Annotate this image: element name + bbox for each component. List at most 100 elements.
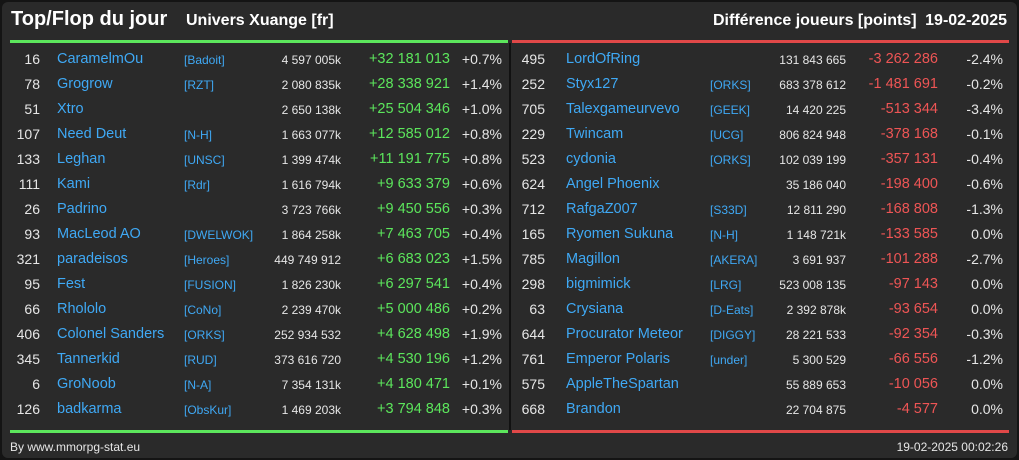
player-name-link[interactable]: Twincam xyxy=(566,126,623,142)
percent-change: +0.3% xyxy=(461,201,502,217)
player-name-link[interactable]: Styx127 xyxy=(566,76,618,92)
player-name-link[interactable]: Fest xyxy=(57,276,85,292)
player-name-link[interactable]: Leghan xyxy=(57,151,105,167)
player-name-link[interactable]: Procurator Meteor xyxy=(566,326,683,342)
player-points: 4 597 005k xyxy=(281,53,341,67)
player-name-link[interactable]: RafgaZ007 xyxy=(566,201,638,217)
footer-source: By www.mmorpg-stat.eu xyxy=(10,440,141,454)
player-name-link[interactable]: Need Deut xyxy=(57,126,126,142)
player-rank: 668 xyxy=(521,401,545,417)
points-difference: +9 450 556 xyxy=(377,201,450,217)
points-difference: -93 654 xyxy=(888,301,938,317)
top-row: 133 Leghan [UNSC] 1 399 474k +11 191 775 +0.8… xyxy=(2,147,509,172)
points-difference: +5 000 486 xyxy=(377,301,450,317)
player-guild: [ORKS] xyxy=(184,328,225,342)
player-name-link[interactable]: bigmimick xyxy=(566,276,630,292)
percent-change: 0.0% xyxy=(971,376,1003,392)
player-name-link[interactable]: Angel Phoenix xyxy=(566,176,660,192)
flop-row: 761 Emperor Polaris [under] 5 300 529 -66 55… xyxy=(511,347,1017,372)
percent-change: +0.6% xyxy=(461,176,502,192)
points-difference: -10 056 xyxy=(888,376,938,392)
top-row: 26 Padrino 3 723 766k +9 450 556 +0.3% xyxy=(2,197,509,222)
flop-row: 785 Magillon [AKERA] 3 691 937 -101 288 -2.7% xyxy=(511,247,1017,272)
footer: By www.mmorpg-stat.eu 19-02-2025 00:02:2… xyxy=(2,436,1017,456)
player-rank: 712 xyxy=(521,201,545,217)
footer-timestamp: 19-02-2025 00:02:26 xyxy=(896,440,1008,454)
player-name-link[interactable]: Padrino xyxy=(57,201,107,217)
player-name-link[interactable]: Talexgameurvevo xyxy=(566,101,680,117)
player-name-link[interactable]: Magillon xyxy=(566,251,620,267)
player-rank: 321 xyxy=(16,251,40,267)
player-name-link[interactable]: Kami xyxy=(57,176,90,192)
player-name-link[interactable]: CaramelmOu xyxy=(57,51,143,67)
player-name-link[interactable]: Colonel Sanders xyxy=(57,326,164,342)
player-rank: 785 xyxy=(521,251,545,267)
percent-change: -0.2% xyxy=(966,76,1003,92)
points-difference: +12 585 012 xyxy=(368,126,450,142)
points-difference: -357 131 xyxy=(880,151,938,167)
player-rank: 298 xyxy=(521,276,545,292)
player-name-link[interactable]: Xtro xyxy=(57,101,84,117)
player-guild: [Badoit] xyxy=(184,53,225,67)
points-difference: -97 143 xyxy=(888,276,938,292)
player-points: 3 723 766k xyxy=(281,203,341,217)
top-row: 95 Fest [FUSION] 1 826 230k +6 297 541 +0.4% xyxy=(2,272,509,297)
points-difference: -1 481 691 xyxy=(868,76,938,92)
player-name-link[interactable]: AppleTheSpartan xyxy=(566,376,679,392)
player-name-link[interactable]: Brandon xyxy=(566,401,621,417)
top-row: 126 badkarma [ObsKur] 1 469 203k +3 794 848 +… xyxy=(2,397,509,422)
difference-label: Différence joueurs [points] xyxy=(713,12,917,29)
percent-change: +0.7% xyxy=(461,51,502,67)
percent-change: +0.2% xyxy=(461,301,502,317)
percent-change: +0.8% xyxy=(461,126,502,142)
top-divider-line xyxy=(10,40,508,43)
top-row: 51 Xtro 2 650 138k +25 504 346 +1.0% xyxy=(2,97,509,122)
player-name-link[interactable]: Tannerkid xyxy=(57,351,120,367)
player-name-link[interactable]: cydonia xyxy=(566,151,616,167)
percent-change: -2.4% xyxy=(966,51,1003,67)
player-name-link[interactable]: paradeisos xyxy=(57,251,128,267)
player-name-link[interactable]: LordOfRing xyxy=(566,51,640,67)
top-row: 406 Colonel Sanders [ORKS] 252 934 532 +4 62… xyxy=(2,322,509,347)
player-rank: 66 xyxy=(24,301,40,317)
player-points: 1 616 794k xyxy=(281,178,341,192)
player-rank: 93 xyxy=(24,226,40,242)
player-name-link[interactable]: Rhololo xyxy=(57,301,106,317)
flop-row: 63 Crysiana [D-Eats] 2 392 878k -93 654 0.0% xyxy=(511,297,1017,322)
flop-row: 644 Procurator Meteor [DIGGY] 28 221 533 -92… xyxy=(511,322,1017,347)
player-name-link[interactable]: MacLeod AO xyxy=(57,226,141,242)
flop-row: 229 Twincam [UCG] 806 824 948 -378 168 -0.1% xyxy=(511,122,1017,147)
player-name-link[interactable]: Ryomen Sukuna xyxy=(566,226,673,242)
player-name-link[interactable]: Grogrow xyxy=(57,76,113,92)
flop-row: 668 Brandon 22 704 875 -4 577 0.0% xyxy=(511,397,1017,422)
percent-change: -0.3% xyxy=(966,326,1003,342)
points-difference: +11 191 775 xyxy=(370,151,450,167)
points-difference: +4 628 498 xyxy=(377,326,450,342)
percent-change: +0.3% xyxy=(461,401,502,417)
flop-row: 705 Talexgameurvevo [GEEK] 14 420 225 -513 3… xyxy=(511,97,1017,122)
player-points: 2 239 470k xyxy=(281,303,341,317)
player-points: 252 934 532 xyxy=(274,328,341,342)
player-rank: 761 xyxy=(521,351,545,367)
player-points: 373 616 720 xyxy=(274,353,341,367)
header: Top/Flop du jour Univers Xuange [fr] Dif… xyxy=(2,2,1017,40)
player-points: 1 826 230k xyxy=(281,278,341,292)
points-difference: -66 556 xyxy=(888,351,938,367)
player-rank: 406 xyxy=(16,326,40,342)
player-name-link[interactable]: badkarma xyxy=(57,401,121,417)
flop-row: 495 LordOfRing 131 843 665 -3 262 286 -2.4% xyxy=(511,47,1017,72)
player-name-link[interactable]: GroNoob xyxy=(57,376,116,392)
percent-change: -0.1% xyxy=(966,126,1003,142)
points-difference: -168 808 xyxy=(880,201,938,217)
percent-change: +0.4% xyxy=(461,276,502,292)
player-name-link[interactable]: Crysiana xyxy=(566,301,623,317)
percent-change: -1.3% xyxy=(966,201,1003,217)
points-difference: -4 577 xyxy=(896,401,938,417)
player-name-link[interactable]: Emperor Polaris xyxy=(566,351,670,367)
percent-change: 0.0% xyxy=(971,401,1003,417)
player-points: 449 749 912 xyxy=(274,253,341,267)
player-points: 7 354 131k xyxy=(281,378,341,392)
flop-row: 523 cydonia [ORKS] 102 039 199 -357 131 -0.4% xyxy=(511,147,1017,172)
percent-change: +1.4% xyxy=(461,76,502,92)
player-guild: [RZT] xyxy=(184,78,214,92)
